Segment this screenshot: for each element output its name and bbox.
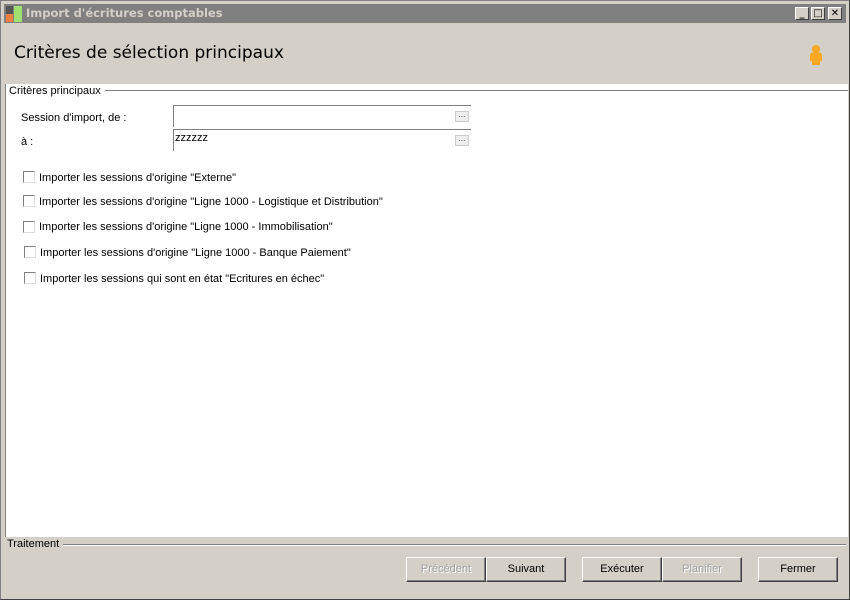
window: Import d'écritures comptables _ □ ✕ Crit…	[0, 0, 850, 600]
checkbox-label[interactable]: Importer les sessions d'origine "Ligne 1…	[40, 247, 351, 259]
session-from-input[interactable]: ...	[173, 105, 471, 127]
maximize-button[interactable]: □	[811, 7, 825, 20]
session-to-input[interactable]: zzzzzz...	[173, 129, 471, 151]
person-icon	[810, 45, 822, 65]
browse-from-button[interactable]: ...	[455, 111, 469, 122]
app-icon	[6, 6, 22, 22]
checkbox-echec[interactable]	[24, 272, 36, 284]
checkbox-externe[interactable]	[23, 171, 35, 183]
close-dialog-button[interactable]: Fermer	[758, 557, 838, 582]
title-bar[interactable]: Import d'écritures comptables _ □ ✕	[4, 4, 846, 23]
next-button[interactable]: Suivant	[486, 557, 566, 582]
footer-divider	[63, 544, 846, 546]
from-label: Session d'import, de :	[21, 112, 127, 124]
checkbox-immobilisation[interactable]	[23, 221, 35, 233]
previous-button[interactable]: Précédent	[406, 557, 486, 582]
minimize-button[interactable]: _	[795, 7, 809, 20]
page-title: Critères de sélection principaux	[14, 43, 284, 63]
checkbox-label[interactable]: Importer les sessions d'origine "Ligne 1…	[39, 221, 333, 233]
to-label: à :	[21, 136, 34, 148]
checkbox-label[interactable]: Importer les sessions d'origine "Ligne 1…	[39, 196, 383, 208]
checkbox-label[interactable]: Importer les sessions qui sont en état "…	[40, 273, 324, 285]
session-to-value: zzzzzz	[175, 132, 208, 144]
main-criteria-panel: Critères principaux Session d'import, de…	[5, 84, 848, 537]
footer-label: Traitement	[7, 538, 63, 550]
group-divider	[98, 90, 848, 92]
checkbox-banque[interactable]	[24, 246, 36, 258]
close-button[interactable]: ✕	[828, 7, 842, 20]
checkbox-label[interactable]: Importer les sessions d'origine "Externe…	[39, 172, 236, 184]
schedule-button[interactable]: Planifier	[662, 557, 742, 582]
browse-to-button[interactable]: ...	[455, 135, 469, 146]
window-title: Import d'écritures comptables	[26, 6, 223, 20]
execute-button[interactable]: Exécuter	[582, 557, 662, 582]
group-label: Critères principaux	[9, 85, 105, 97]
checkbox-logistique[interactable]	[23, 195, 35, 207]
